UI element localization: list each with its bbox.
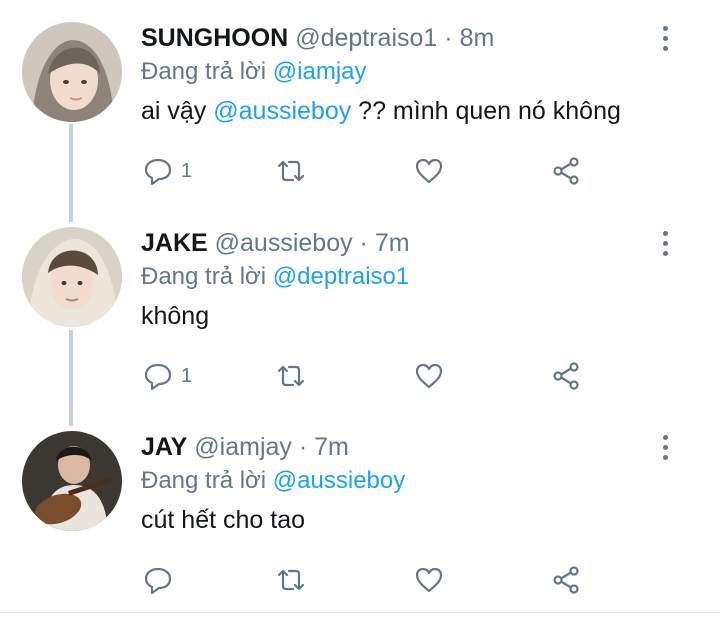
retweet-button[interactable]	[276, 563, 306, 597]
tweet-text: ai vậy @aussieboy ?? mình quen nó không	[141, 94, 621, 128]
replying-to-mention[interactable]: @aussieboy	[273, 467, 405, 494]
retweet-icon	[276, 156, 306, 186]
tweet-text: không	[141, 299, 209, 333]
more-vertical-icon	[662, 26, 668, 31]
action-bar: 1	[141, 359, 601, 393]
reply-icon	[143, 565, 173, 595]
share-icon	[551, 361, 581, 391]
share-button[interactable]	[551, 359, 581, 393]
user-handle[interactable]: @aussieboy	[215, 229, 353, 257]
reply-count: 1	[181, 159, 193, 182]
thread-line	[69, 330, 73, 426]
display-name[interactable]: SUNGHOON	[141, 24, 288, 52]
separator-dot: ·	[359, 229, 368, 257]
like-button[interactable]	[414, 563, 444, 597]
reply-icon	[143, 361, 173, 391]
tweet-text-part: ?? mình quen nó không	[358, 97, 621, 125]
timestamp[interactable]: 8m	[460, 24, 495, 52]
user-handle[interactable]: @iamjay	[194, 433, 292, 461]
like-icon	[414, 565, 444, 595]
like-button[interactable]	[414, 359, 444, 393]
retweet-icon	[276, 361, 306, 391]
replying-prefix: Đang trả lời	[141, 263, 267, 290]
reply-count: 1	[181, 364, 193, 387]
tweet-text-part: không	[141, 302, 210, 330]
replying-to-line: Đang trả lời @deptraiso1	[141, 261, 409, 293]
more-vertical-icon	[662, 435, 668, 440]
more-options-button[interactable]	[658, 435, 672, 465]
more-vertical-icon	[662, 231, 668, 236]
tweet-header: JAY @iamjay · 7m	[141, 431, 349, 463]
reply-button[interactable]: 1	[143, 154, 192, 188]
replying-to-line: Đang trả lời @iamjay	[141, 56, 367, 88]
tweet-text-part: ai vậy	[141, 97, 207, 125]
more-options-button[interactable]	[658, 231, 672, 261]
divider	[0, 612, 720, 613]
tweet-text: cút hết cho tao	[141, 503, 305, 537]
action-bar	[141, 563, 601, 597]
replying-prefix: Đang trả lời	[141, 467, 267, 494]
avatar[interactable]	[22, 227, 122, 327]
retweet-button[interactable]	[276, 154, 306, 188]
display-name[interactable]: JAY	[141, 433, 187, 461]
timestamp[interactable]: 7m	[314, 433, 349, 461]
reply-button[interactable]	[143, 563, 181, 597]
timestamp[interactable]: 7m	[375, 229, 410, 257]
display-name[interactable]: JAKE	[141, 229, 208, 257]
thread-line	[69, 124, 73, 222]
tweet-header: JAKE @aussieboy · 7m	[141, 227, 410, 259]
avatar[interactable]	[22, 22, 122, 122]
share-button[interactable]	[551, 154, 581, 188]
separator-dot: ·	[298, 433, 308, 461]
share-icon	[551, 565, 581, 595]
retweet-button[interactable]	[276, 359, 306, 393]
like-icon	[414, 156, 444, 186]
tweet-header: SUNGHOON @deptraiso1 · 8m	[141, 22, 494, 54]
share-icon	[551, 156, 581, 186]
replying-to-mention[interactable]: @deptraiso1	[273, 263, 409, 290]
like-button[interactable]	[414, 154, 444, 188]
avatar[interactable]	[22, 431, 122, 531]
retweet-icon	[276, 565, 306, 595]
tweet-mention[interactable]: @aussieboy	[213, 97, 351, 125]
replying-to-line: Đang trả lời @aussieboy	[141, 465, 405, 497]
replying-prefix: Đang trả lời	[141, 58, 267, 85]
replying-to-mention[interactable]: @iamjay	[273, 58, 367, 85]
user-handle[interactable]: @deptraiso1	[295, 24, 437, 52]
action-bar: 1	[141, 154, 601, 188]
share-button[interactable]	[551, 563, 581, 597]
like-icon	[414, 361, 444, 391]
reply-icon	[143, 156, 173, 186]
reply-button[interactable]: 1	[143, 359, 192, 393]
more-options-button[interactable]	[658, 26, 672, 56]
separator-dot: ·	[444, 24, 453, 52]
tweet-text-part: cút hết cho tao	[141, 506, 306, 534]
